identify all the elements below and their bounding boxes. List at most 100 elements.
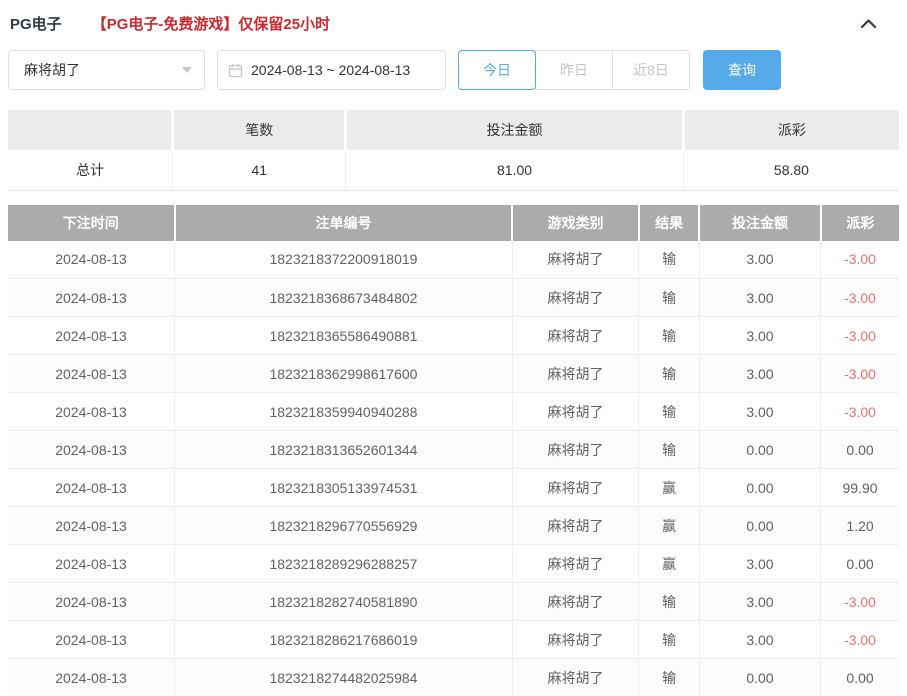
order-no-cell: 1823218365586490881	[174, 316, 513, 355]
summary-total-payout: 58.80	[683, 150, 899, 191]
table-row: 2024-08-13 1823218368673484802 麻将胡了 输 3.…	[8, 278, 899, 317]
order-no-cell: 1823218362998617600	[174, 354, 513, 393]
bet-date-cell: 2024-08-13	[8, 582, 176, 621]
game-select-value: 麻将胡了	[24, 62, 80, 78]
game-type-cell: 麻将胡了	[512, 392, 640, 431]
summary-total-count: 41	[172, 150, 347, 191]
table-row: 2024-08-13 1823218313652601344 麻将胡了 输 0.…	[8, 430, 899, 469]
order-no-cell: 1823218274482025984	[174, 658, 513, 696]
payout-cell: 0.00	[820, 544, 899, 583]
search-button[interactable]: 查询	[703, 50, 781, 90]
order-no-cell: 1823218286217686019	[174, 620, 513, 659]
summary-col-payout: 派彩	[683, 110, 899, 150]
result-cell: 赢	[638, 506, 700, 545]
order-no-cell: 1823218289296288257	[174, 544, 513, 583]
payout-cell: -3.00	[820, 582, 899, 621]
bet-records-table: 下注时间 注单编号 游戏类别 结果 投注金额 派彩 2024-08-13 182…	[8, 204, 899, 696]
order-no-cell: 1823218305133974531	[174, 468, 513, 507]
summary-total-bet-amount: 81.00	[345, 150, 684, 191]
game-select[interactable]: 麻将胡了	[8, 50, 205, 90]
col-game-type: 游戏类别	[512, 204, 640, 241]
result-cell: 输	[638, 620, 700, 659]
bet-amount-cell: 3.00	[699, 544, 822, 583]
chevron-down-icon	[182, 67, 192, 73]
bet-amount-cell: 3.00	[699, 392, 822, 431]
bet-amount-cell: 3.00	[699, 240, 822, 279]
summary-col-blank	[8, 110, 175, 150]
bet-amount-cell: 3.00	[699, 620, 822, 659]
summary-total-row: 总计 41 81.00 58.80	[8, 150, 899, 191]
table-row: 2024-08-13 1823218359940940288 麻将胡了 输 3.…	[8, 392, 899, 431]
game-type-cell: 麻将胡了	[512, 582, 640, 621]
result-cell: 输	[638, 278, 700, 317]
bet-date-cell: 2024-08-13	[8, 658, 176, 696]
result-cell: 输	[638, 430, 700, 469]
game-type-cell: 麻将胡了	[512, 468, 640, 507]
bet-amount-cell: 0.00	[699, 658, 822, 696]
bet-date-cell: 2024-08-13	[8, 544, 176, 583]
bet-date-cell: 2024-08-13	[8, 278, 176, 317]
col-result: 结果	[638, 204, 701, 241]
collapse-panel-button[interactable]	[860, 16, 877, 32]
bet-date-cell: 2024-08-13	[8, 354, 176, 393]
bet-date-cell: 2024-08-13	[8, 430, 176, 469]
bet-amount-cell: 0.00	[699, 506, 822, 545]
bet-date-cell: 2024-08-13	[8, 392, 176, 431]
bet-table-body: 2024-08-13 1823218372200918019 麻将胡了 输 3.…	[8, 240, 899, 696]
page-title: PG电子	[10, 16, 62, 33]
table-row: 2024-08-13 1823218289296288257 麻将胡了 赢 3.…	[8, 544, 899, 583]
bet-amount-cell: 3.00	[699, 278, 822, 317]
summary-col-bet-amount: 投注金额	[345, 110, 685, 150]
game-type-cell: 麻将胡了	[512, 354, 640, 393]
calendar-icon	[228, 63, 243, 78]
bet-amount-cell: 3.00	[699, 316, 822, 355]
game-type-cell: 麻将胡了	[512, 658, 640, 696]
col-order-no: 注单编号	[174, 204, 514, 241]
game-type-cell: 麻将胡了	[512, 240, 640, 279]
last-8-days-button[interactable]: 近8日	[612, 50, 690, 90]
bet-amount-cell: 3.00	[699, 354, 822, 393]
table-row: 2024-08-13 1823218305133974531 麻将胡了 赢 0.…	[8, 468, 899, 507]
yesterday-button[interactable]: 昨日	[535, 50, 613, 90]
free-game-notice: 【PG电子-免费游戏】仅保留25小时	[91, 16, 331, 33]
summary-col-count: 笔数	[172, 110, 348, 150]
payout-cell: 0.00	[820, 430, 899, 469]
result-cell: 输	[638, 658, 700, 696]
payout-cell: 1.20	[820, 506, 899, 545]
table-row: 2024-08-13 1823218365586490881 麻将胡了 输 3.…	[8, 316, 899, 355]
date-range-value: 2024-08-13 ~ 2024-08-13	[251, 62, 411, 78]
table-row: 2024-08-13 1823218362998617600 麻将胡了 输 3.…	[8, 354, 899, 393]
order-no-cell: 1823218368673484802	[174, 278, 513, 317]
payout-cell: -3.00	[820, 240, 899, 279]
game-type-cell: 麻将胡了	[512, 620, 640, 659]
game-type-cell: 麻将胡了	[512, 506, 640, 545]
payout-cell: -3.00	[820, 354, 899, 393]
summary-header-row: 笔数 投注金额 派彩	[8, 110, 899, 150]
payout-cell: -3.00	[820, 620, 899, 659]
table-row: 2024-08-13 1823218274482025984 麻将胡了 输 0.…	[8, 658, 899, 696]
filter-bar: 麻将胡了 2024-08-13 ~ 2024-08-13 今日 昨日 近8日 查…	[8, 50, 899, 90]
game-type-cell: 麻将胡了	[512, 316, 640, 355]
result-cell: 赢	[638, 544, 700, 583]
order-no-cell: 1823218313652601344	[174, 430, 513, 469]
payout-cell: -3.00	[820, 316, 899, 355]
payout-cell: -3.00	[820, 278, 899, 317]
chevron-up-icon	[860, 16, 877, 32]
today-button[interactable]: 今日	[458, 50, 536, 90]
result-cell: 赢	[638, 468, 700, 507]
order-no-cell: 1823218359940940288	[174, 392, 513, 431]
bet-amount-cell: 0.00	[699, 430, 822, 469]
order-no-cell: 1823218296770556929	[174, 506, 513, 545]
bet-date-cell: 2024-08-13	[8, 468, 176, 507]
table-row: 2024-08-13 1823218372200918019 麻将胡了 输 3.…	[8, 240, 899, 279]
col-bet-amount: 投注金额	[699, 204, 822, 241]
result-cell: 输	[638, 392, 700, 431]
game-type-cell: 麻将胡了	[512, 278, 640, 317]
summary-total-label: 总计	[8, 150, 174, 191]
bet-amount-cell: 3.00	[699, 582, 822, 621]
result-cell: 输	[638, 240, 700, 279]
bet-table-header-row: 下注时间 注单编号 游戏类别 结果 投注金额 派彩	[8, 204, 899, 241]
date-range-input[interactable]: 2024-08-13 ~ 2024-08-13	[217, 50, 446, 90]
bet-date-cell: 2024-08-13	[8, 506, 176, 545]
payout-cell: -3.00	[820, 392, 899, 431]
